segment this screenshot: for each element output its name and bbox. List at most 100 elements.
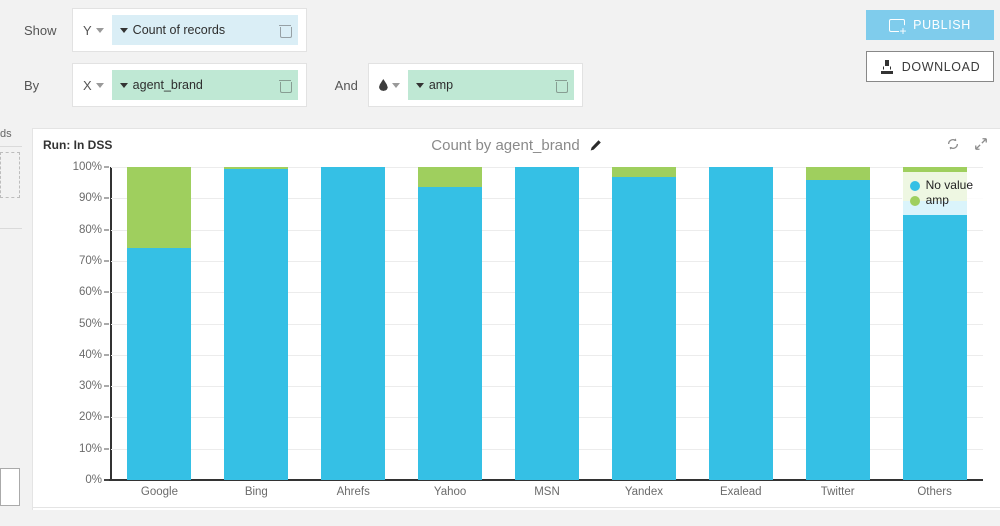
- measure-pill[interactable]: Count of records: [111, 15, 298, 45]
- chart-title: Count by agent_brand: [431, 137, 580, 154]
- x-axis-tick-label: MSN: [534, 486, 560, 498]
- y-axis-tick-mark: [104, 479, 109, 481]
- trash-icon[interactable]: [554, 79, 568, 93]
- bar-slot: [305, 167, 402, 480]
- bar-segment-no-value[interactable]: [224, 169, 289, 480]
- color-pill-label: amp: [428, 78, 454, 92]
- y-axis-tick-mark: [104, 229, 109, 231]
- stacked-bar[interactable]: [418, 167, 483, 480]
- color-channel-selector[interactable]: [375, 79, 408, 91]
- y-axis-tick-mark: [104, 354, 109, 356]
- measure-pill-label: Count of records: [132, 23, 226, 37]
- chevron-down-icon: [95, 27, 104, 33]
- sidebar-divider-2: [0, 228, 22, 229]
- by-label: By: [24, 77, 40, 93]
- publish-button[interactable]: PUBLISH: [866, 10, 994, 40]
- x-axis-tick-label: Yandex: [624, 486, 663, 498]
- bar-segment-amp[interactable]: [611, 167, 676, 178]
- bar-slot: [111, 167, 208, 480]
- refresh-icon[interactable]: [946, 137, 960, 151]
- dimension-drop-shell[interactable]: X agent_brand: [72, 63, 307, 107]
- bar-segment-amp[interactable]: [805, 167, 870, 181]
- y-axis-tick-label: 40%: [78, 348, 102, 361]
- chart-card: Run: In DSS Count by agent_brand No valu…: [32, 128, 1000, 508]
- x-axis-tick-label: Yahoo: [433, 486, 467, 498]
- pencil-icon[interactable]: [588, 139, 602, 153]
- chevron-down-icon: [415, 82, 424, 88]
- legend-item[interactable]: amp: [909, 193, 973, 208]
- plot-area: No value amp 0% 10% 20% 30% 40% 50% 60% 70% 80% 9…: [33, 161, 1000, 509]
- chart-header: Run: In DSS Count by agent_brand: [33, 129, 1000, 162]
- y-axis-tick-mark: [104, 197, 109, 199]
- bar-segment-no-value[interactable]: [418, 187, 483, 480]
- bar-segment-no-value[interactable]: [902, 201, 967, 480]
- show-label: Show: [24, 22, 57, 38]
- stacked-bar[interactable]: [515, 167, 579, 480]
- bar-segment-amp[interactable]: [127, 167, 192, 249]
- show-row: Show Y Count of records: [22, 8, 307, 52]
- bar-segment-no-value[interactable]: [611, 177, 676, 480]
- bar-slot: [595, 167, 692, 480]
- color-pill[interactable]: amp: [407, 70, 574, 100]
- stacked-bar[interactable]: [224, 167, 289, 480]
- bar-segment-amp[interactable]: [418, 167, 483, 188]
- bar-segment-no-value[interactable]: [805, 180, 870, 480]
- bar-series-group: [111, 167, 983, 480]
- download-button[interactable]: DOWNLOAD: [866, 51, 994, 82]
- measure-drop-shell[interactable]: Y Count of records: [72, 8, 307, 52]
- bar-segment-no-value[interactable]: [708, 167, 773, 480]
- bar-slot: [692, 167, 789, 480]
- stacked-bar[interactable]: [708, 167, 773, 480]
- y-axis-tick-label: 100%: [72, 161, 102, 173]
- bottom-strip: [0, 510, 1000, 526]
- bar-slot: [402, 167, 499, 480]
- x-axis-selector[interactable]: X: [79, 78, 112, 93]
- x-axis-labels: Google Bing Ahrefs Yahoo MSN Yandex Exalead Twi…: [111, 486, 983, 498]
- trash-icon[interactable]: [278, 79, 292, 93]
- x-axis-tick-label: Ahrefs: [336, 486, 370, 498]
- stacked-bar[interactable]: [127, 167, 192, 480]
- y-axis-tick-label: 0%: [85, 474, 102, 486]
- x-axis-tick-label: Others: [917, 486, 952, 498]
- x-axis-tick-label: Exalead: [720, 486, 762, 498]
- x-axis-tick-label: Twitter: [820, 486, 855, 498]
- sidebar-clipped-label: ds: [0, 128, 12, 140]
- download-icon: [880, 59, 894, 74]
- y-axis-tick-label: 90%: [78, 192, 102, 205]
- chart-controls-panel: Show Y Count of records By X agent_brand…: [22, 0, 1000, 118]
- y-axis-tick-label: 80%: [78, 223, 102, 236]
- y-axis-tick-mark: [104, 416, 109, 418]
- and-label: And: [334, 77, 358, 93]
- dimension-pill-label: agent_brand: [132, 78, 203, 92]
- y-axis-tick-mark: [104, 291, 109, 293]
- stacked-bar[interactable]: [321, 167, 386, 480]
- bar-slot: [499, 167, 596, 480]
- trash-icon[interactable]: [278, 24, 292, 38]
- bar-segment-no-value[interactable]: [321, 167, 386, 480]
- sidebar-bottom-box[interactable]: [0, 468, 20, 506]
- sidebar-divider: [0, 146, 22, 147]
- y-axis-tick-label: 60%: [78, 286, 102, 299]
- bar-segment-no-value[interactable]: [515, 167, 579, 480]
- legend-swatch: [909, 195, 920, 206]
- sidebar-drop-zone[interactable]: [0, 152, 20, 198]
- bar-segment-no-value[interactable]: [127, 248, 192, 480]
- legend-label: amp: [925, 193, 949, 207]
- y-axis-tick-mark: [104, 166, 109, 168]
- x-axis-tick-label: Bing: [244, 486, 268, 498]
- by-row: By X agent_brand And amp: [22, 63, 583, 107]
- color-drop-shell[interactable]: amp: [367, 63, 583, 107]
- download-button-label: DOWNLOAD: [901, 59, 981, 74]
- stacked-bar[interactable]: [611, 167, 676, 480]
- legend-label: No value: [925, 178, 973, 192]
- y-axis-selector[interactable]: Y: [79, 23, 112, 38]
- chevron-down-icon: [391, 82, 400, 88]
- y-axis-tick-mark: [104, 260, 109, 262]
- legend-item[interactable]: No value: [909, 178, 973, 193]
- stacked-bar[interactable]: [805, 167, 870, 480]
- bar-slot: [789, 167, 886, 480]
- legend-swatch: [909, 180, 920, 191]
- expand-icon[interactable]: [974, 137, 988, 151]
- y-axis-tick-label: 50%: [78, 317, 102, 330]
- dimension-pill[interactable]: agent_brand: [111, 70, 298, 100]
